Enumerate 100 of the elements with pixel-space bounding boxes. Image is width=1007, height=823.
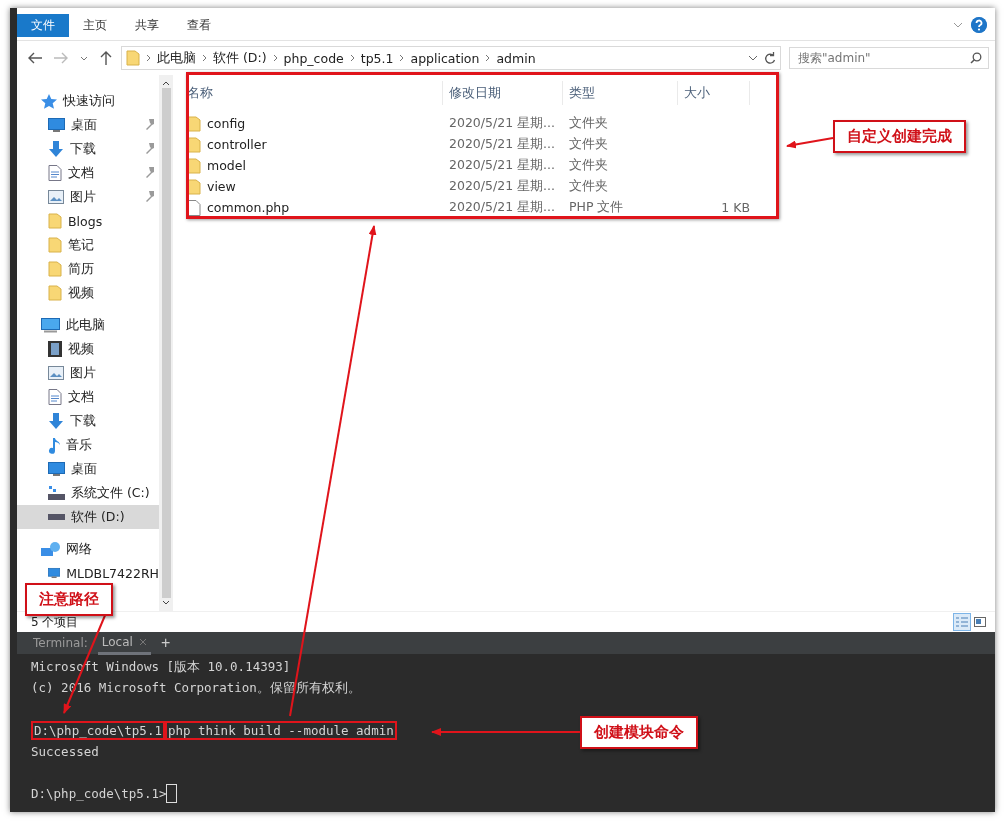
nav-item[interactable]: 图片 <box>17 185 159 209</box>
chevron-right-icon <box>272 54 278 62</box>
down-arrow-icon <box>48 413 64 429</box>
date-cell-text: 2020/5/21 星期... <box>448 157 556 174</box>
cursor <box>166 784 178 803</box>
folder-icon <box>48 261 62 277</box>
type-cell-text: 文件夹 <box>568 115 609 132</box>
down-arrow-icon <box>48 141 64 157</box>
breadcrumb[interactable]: application <box>410 50 480 66</box>
nav-item[interactable]: 视频 <box>17 337 159 361</box>
chevron-right-icon <box>399 54 405 62</box>
folder-icon <box>48 285 62 301</box>
ribbon-tab[interactable]: 查看 <box>173 13 225 37</box>
column-header[interactable]: 类型 <box>563 81 678 105</box>
search-field[interactable]: 搜索"admin" <box>789 47 989 69</box>
type-cell-text: 文件夹 <box>568 157 609 174</box>
date-cell-text: 2020/5/21 星期... <box>448 136 556 153</box>
nav-item[interactable]: 图片 <box>17 361 159 385</box>
breadcrumb[interactable]: tp5.1 <box>360 50 394 66</box>
date-cell-text: 2020/5/21 星期... <box>448 199 556 216</box>
ribbon-tab[interactable]: 共享 <box>121 13 173 37</box>
nav-item[interactable]: 笔记 <box>17 233 159 257</box>
nav-item[interactable]: 快速访问 <box>17 89 159 113</box>
film-icon <box>48 341 62 357</box>
monitor-icon <box>48 566 61 580</box>
nav-item[interactable]: 文档 <box>17 161 159 185</box>
chevron-down-icon[interactable] <box>748 55 758 61</box>
nav-item[interactable]: MLDBL7422RH <box>17 561 159 585</box>
scroll-up-icon[interactable] <box>162 81 170 86</box>
type-cell-text: 文件夹 <box>568 178 609 195</box>
ribbon-tab[interactable]: 文件 <box>17 13 69 37</box>
type-cell-text: 文件夹 <box>568 136 609 153</box>
scrollbar[interactable] <box>159 75 173 611</box>
nav-item[interactable]: 下载 <box>17 409 159 433</box>
nav-item[interactable]: 系统文件 (C:) <box>17 481 159 505</box>
terminal-prompt: D:\php_code\tp5.1> <box>31 786 167 801</box>
terminal-tab[interactable]: Local <box>97 631 151 655</box>
ribbon-tab[interactable]: 主页 <box>69 13 121 37</box>
chevron-right-icon <box>485 54 491 62</box>
nav-item[interactable]: 文档 <box>17 385 159 409</box>
column-header[interactable]: 名称 <box>181 81 443 105</box>
refresh-icon[interactable] <box>764 51 776 65</box>
breadcrumb[interactable]: 此电脑 <box>157 49 196 67</box>
drive-icon <box>48 486 65 500</box>
monitor-icon <box>48 118 65 132</box>
terminal-label: Terminal: <box>33 636 88 650</box>
computer-icon <box>41 317 60 333</box>
highlighted-path: D:\php_code\tp5.1 <box>31 721 165 740</box>
file-name[interactable]: controller <box>207 137 267 152</box>
callout-label: 注意路径 <box>25 583 113 616</box>
network-icon <box>41 541 60 557</box>
nav-item[interactable]: 下载 <box>17 137 159 161</box>
nav-item[interactable]: 软件 (D:) <box>17 505 159 529</box>
file-name[interactable]: common.php <box>207 200 290 215</box>
file-name[interactable]: model <box>207 158 246 173</box>
star-icon <box>41 93 57 109</box>
callout-label: 自定义创建完成 <box>833 120 966 153</box>
highlighted-command: php think build --module admin <box>164 721 397 740</box>
nav-item[interactable]: Blogs <box>17 209 159 233</box>
column-header[interactable]: 修改日期 <box>443 81 563 105</box>
nav-item[interactable]: 简历 <box>17 257 159 281</box>
address-bar[interactable]: 此电脑 软件 (D:) php_code tp5.1 application admin <box>121 46 781 70</box>
file-name[interactable]: config <box>207 116 246 131</box>
nav-item[interactable]: 音乐 <box>17 433 159 457</box>
search-icon[interactable] <box>970 52 982 64</box>
breadcrumb[interactable]: admin <box>496 50 536 66</box>
document-icon <box>48 165 62 181</box>
type-cell-text: PHP 文件 <box>568 199 625 216</box>
date-cell-text: 2020/5/21 星期... <box>448 178 556 195</box>
nav-item[interactable]: 此电脑 <box>17 313 159 337</box>
date-cell-text: 2020/5/21 星期... <box>448 115 556 132</box>
monitor-icon <box>48 462 65 476</box>
chevron-right-icon <box>202 54 207 62</box>
chevron-right-icon <box>146 54 151 62</box>
chevron-right-icon <box>349 54 355 62</box>
breadcrumb[interactable]: 软件 (D:) <box>213 49 267 67</box>
document-icon <box>48 389 62 405</box>
add-tab-button[interactable]: + <box>160 634 171 652</box>
nav-item[interactable]: 桌面 <box>17 457 159 481</box>
item-count: 5 个项目 <box>31 613 79 631</box>
music-note-icon <box>48 436 60 454</box>
terminal-output: Successed <box>31 744 99 759</box>
image-icon <box>48 366 64 380</box>
arrow <box>786 137 834 149</box>
breadcrumb[interactable]: php_code <box>283 50 344 66</box>
column-header[interactable]: 大小 <box>678 81 750 105</box>
folder-icon <box>48 237 62 253</box>
folder-icon <box>48 213 62 229</box>
scroll-down-icon[interactable] <box>162 600 170 605</box>
drive-icon <box>48 514 65 520</box>
nav-item[interactable]: 网络 <box>17 537 159 561</box>
file-name[interactable]: view <box>207 179 236 194</box>
nav-item[interactable]: 视频 <box>17 281 159 305</box>
callout-label: 创建模块命令 <box>580 716 698 749</box>
folder-icon <box>126 50 140 66</box>
chevron-icon[interactable] <box>953 22 963 28</box>
size-cell-text: 1 KB <box>720 200 750 215</box>
nav-item[interactable]: 桌面 <box>17 113 159 137</box>
image-icon <box>48 190 64 204</box>
help-icon[interactable] <box>971 17 987 33</box>
